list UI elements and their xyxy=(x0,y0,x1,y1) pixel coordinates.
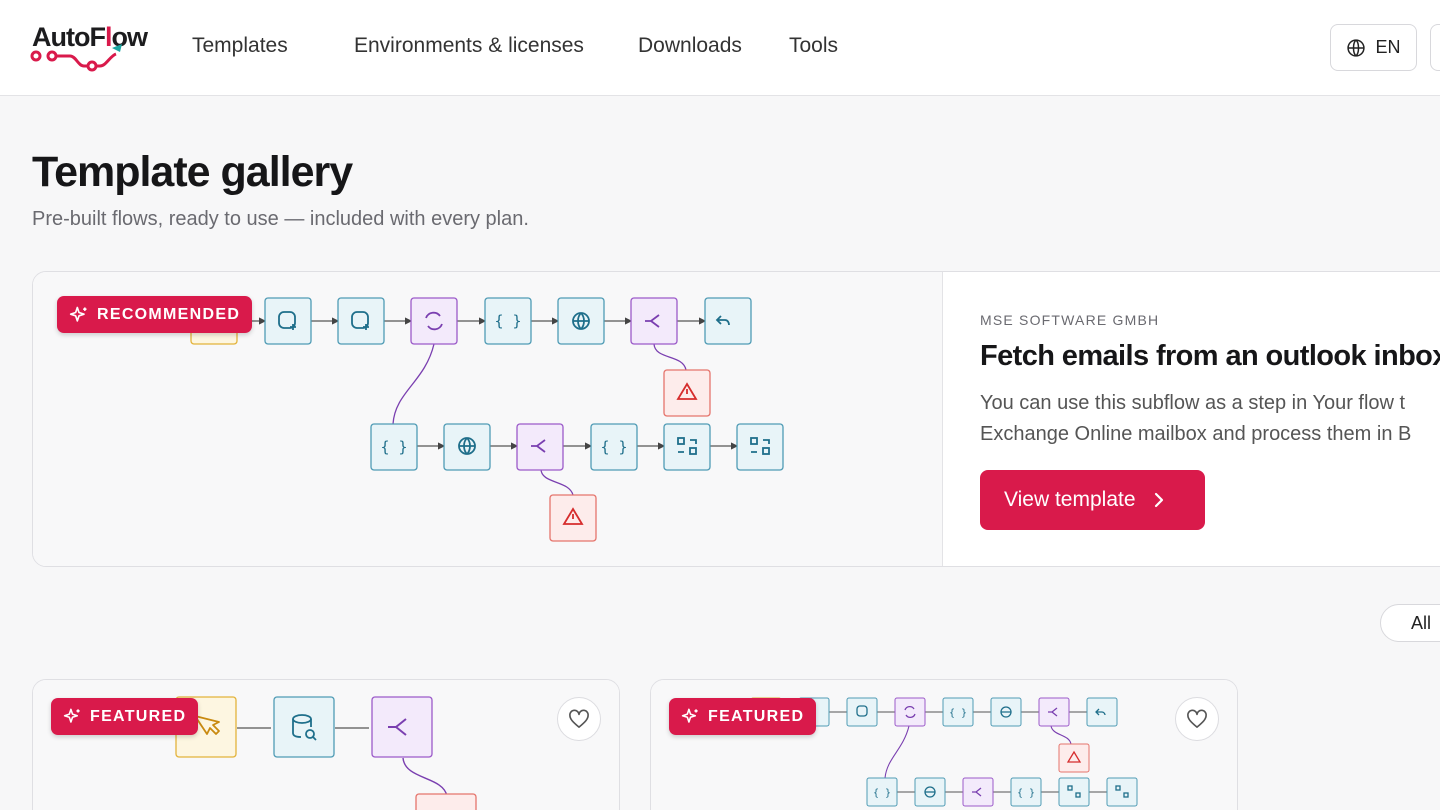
template-card[interactable]: { } { } { } FEATURED xyxy=(650,679,1238,810)
svg-text:{ }: { } xyxy=(494,312,521,330)
featured-badge: FEATURED xyxy=(669,698,817,735)
sparkle-icon xyxy=(69,306,87,322)
favorite-button[interactable] xyxy=(1175,697,1219,741)
recommended-badge: RECOMMENDED xyxy=(57,296,253,333)
template-publisher: MSE SOFTWARE GMBH xyxy=(980,312,1160,328)
header-action-button[interactable] xyxy=(1430,24,1440,71)
nav-environments-licenses[interactable]: Environments & licenses xyxy=(354,34,584,58)
svg-text:{ }: { } xyxy=(873,788,891,799)
recommended-template-card[interactable]: { } { } { } RECOMMENDED MSE SOFTWARE GMB… xyxy=(32,271,1440,567)
view-template-button[interactable]: View template xyxy=(980,470,1205,530)
favorite-button[interactable] xyxy=(557,697,601,741)
language-selector[interactable]: EN xyxy=(1330,24,1417,71)
sparkle-icon xyxy=(63,708,80,723)
sparkle-icon xyxy=(681,708,698,723)
logo-circuit-graphic xyxy=(30,44,122,72)
language-label: EN xyxy=(1375,37,1401,57)
nav-templates[interactable]: Templates xyxy=(192,34,288,58)
nav-downloads[interactable]: Downloads xyxy=(638,34,742,58)
globe-icon xyxy=(1347,38,1366,57)
featured-badge: FEATURED xyxy=(51,698,199,735)
autoflow-logo[interactable]: AutoFlow xyxy=(30,22,154,74)
heart-icon xyxy=(569,709,589,728)
template-title: Fetch emails from an outlook inbox. xyxy=(980,340,1440,372)
svg-text:{ }: { } xyxy=(949,708,967,719)
top-navigation-bar: AutoFlow Templates Environments & licens… xyxy=(0,0,1440,96)
heart-icon xyxy=(1187,709,1207,728)
svg-text:{ }: { } xyxy=(1017,788,1035,799)
filter-all-chip[interactable]: All xyxy=(1380,604,1440,642)
page-title: Template gallery xyxy=(32,148,353,196)
template-description: You can use this subflow as a step in Yo… xyxy=(980,392,1412,445)
chevron-right-icon xyxy=(1154,492,1163,508)
svg-text:{ }: { } xyxy=(600,438,627,456)
page-subtitle: Pre-built flows, ready to use — included… xyxy=(32,208,529,230)
svg-text:{ }: { } xyxy=(380,438,407,456)
nav-tools[interactable]: Tools xyxy=(789,34,838,58)
template-card[interactable]: FEATURED xyxy=(32,679,620,810)
